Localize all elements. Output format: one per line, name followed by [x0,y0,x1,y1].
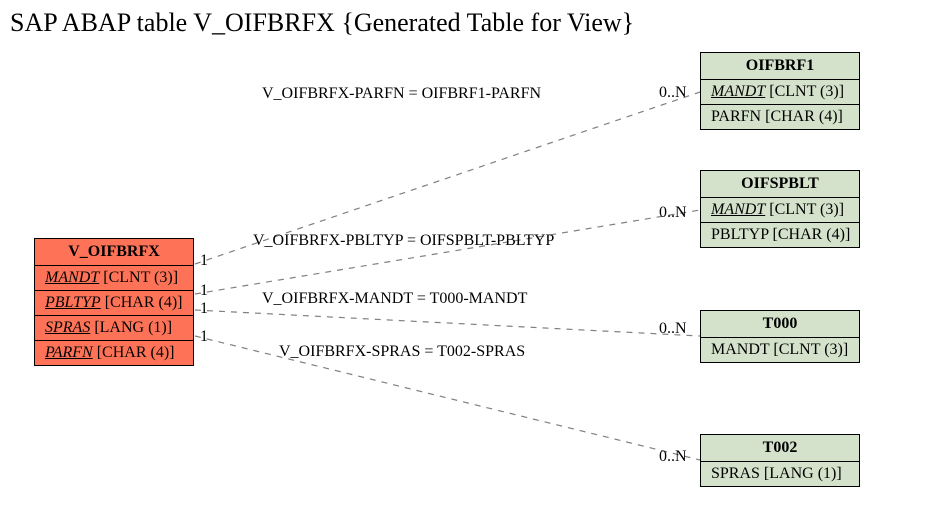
page-title: SAP ABAP table V_OIFBRFX {Generated Tabl… [10,8,634,38]
field-plain: PARFN [711,108,761,125]
field-type: [CLNT (3)] [103,269,178,286]
field-fk: SPRAS [45,319,90,336]
entity-header: T002 [701,435,859,462]
entity-t002: T002 SPRAS [LANG (1)] [700,434,860,487]
field-plain: PBLTYP [711,226,769,243]
relation-label: V_OIFBRFX-PARFN = OIFBRF1-PARFN [262,85,541,103]
field-plain: MANDT [711,341,769,358]
field-row: MANDT [CLNT (3)] [701,338,859,362]
field-row: MANDT [CLNT (3)] [701,80,859,105]
field-row: MANDT [CLNT (3)] [701,198,859,223]
field-type: [CHAR (4)] [773,226,851,243]
field-type: [LANG (1)] [764,465,842,482]
cardinality-right: 0..N [659,320,687,338]
relation-label: V_OIFBRFX-MANDT = T000-MANDT [262,290,527,308]
field-type: [CHAR (4)] [97,344,175,361]
field-fk: MANDT [711,201,765,218]
entity-header: OIFBRF1 [701,53,859,80]
field-row: PBLTYP [CHAR (4)] [35,291,193,316]
cardinality-left: 1 [200,328,208,346]
cardinality-right: 0..N [659,84,687,102]
relation-label: V_OIFBRFX-PBLTYP = OIFSPBLT-PBLTYP [253,232,554,250]
field-plain: SPRAS [711,465,760,482]
entity-header: T000 [701,311,859,338]
field-row: PARFN [CHAR (4)] [35,341,193,365]
field-fk: PARFN [45,344,93,361]
cardinality-right: 0..N [659,204,687,222]
field-row: MANDT [CLNT (3)] [35,266,193,291]
entity-header: OIFSPBLT [701,171,859,198]
field-row: SPRAS [LANG (1)] [701,462,859,486]
field-row: SPRAS [LANG (1)] [35,316,193,341]
entity-v-oifbrfx: V_OIFBRFX MANDT [CLNT (3)] PBLTYP [CHAR … [34,238,194,366]
field-type: [CHAR (4)] [765,108,843,125]
field-type: [CHAR (4)] [105,294,183,311]
field-fk: PBLTYP [45,294,101,311]
cardinality-left: 1 [200,282,208,300]
field-row: PARFN [CHAR (4)] [701,105,859,129]
field-row: PBLTYP [CHAR (4)] [701,223,859,247]
field-type: [CLNT (3)] [769,83,844,100]
cardinality-right: 0..N [659,448,687,466]
relation-label: V_OIFBRFX-SPRAS = T002-SPRAS [279,343,525,361]
entity-t000: T000 MANDT [CLNT (3)] [700,310,860,363]
field-type: [LANG (1)] [94,319,172,336]
field-type: [CLNT (3)] [769,201,844,218]
field-type: [CLNT (3)] [773,341,848,358]
entity-oifspblt: OIFSPBLT MANDT [CLNT (3)] PBLTYP [CHAR (… [700,170,860,248]
cardinality-left: 1 [200,252,208,270]
field-fk: MANDT [45,269,99,286]
field-fk: MANDT [711,83,765,100]
entity-header: V_OIFBRFX [35,239,193,266]
cardinality-left: 1 [200,300,208,318]
entity-oifbrf1: OIFBRF1 MANDT [CLNT (3)] PARFN [CHAR (4)… [700,52,860,130]
